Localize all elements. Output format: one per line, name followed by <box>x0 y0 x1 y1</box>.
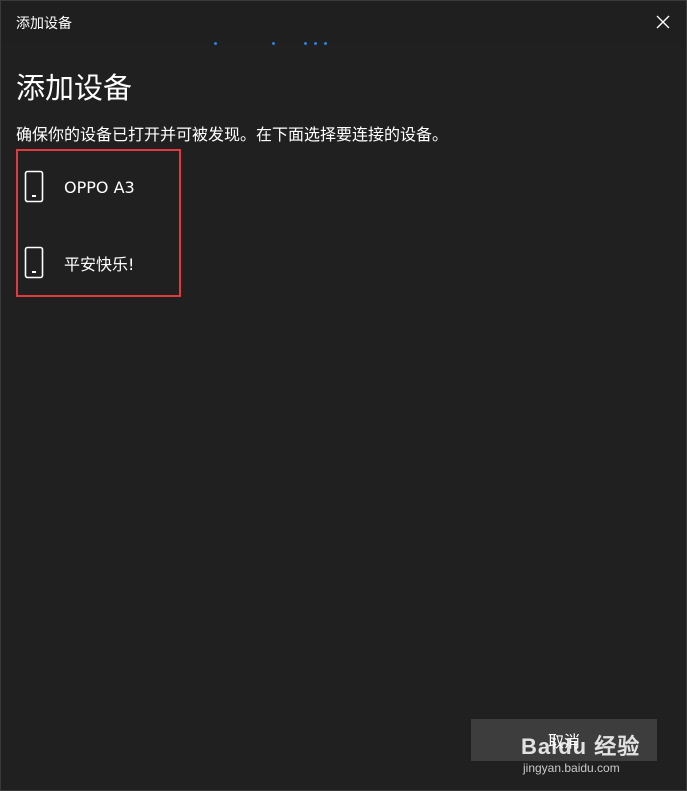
watermark-url: jingyan.baidu.com <box>523 761 620 775</box>
device-item-pingan-kuaile[interactable]: 平安快乐! <box>22 237 177 289</box>
device-item-oppo-a3[interactable]: OPPO A3 <box>22 161 177 213</box>
searching-progress-indicator <box>206 41 336 47</box>
device-name: OPPO A3 <box>64 177 135 197</box>
title-bar: 添加设备 <box>1 1 686 42</box>
instruction-text: 确保你的设备已打开并可被发现。在下面选择要连接的设备。 <box>16 125 449 144</box>
phone-icon <box>24 246 44 279</box>
add-device-dialog: 添加设备 添加设备 确保你的设备已打开并可被发现。在下面选择要连接的设备。 OP… <box>0 0 687 791</box>
close-button[interactable] <box>640 1 686 42</box>
baidu-jingyan-watermark: Baidu 经验 jingyan.baidu.com <box>519 717 659 777</box>
phone-icon <box>24 170 44 203</box>
watermark-logo-text: Baidu 经验 <box>521 734 641 759</box>
page-title: 添加设备 <box>16 71 133 105</box>
device-list: OPPO A3 平安快乐! <box>16 149 181 297</box>
close-icon <box>656 15 670 28</box>
device-name: 平安快乐! <box>64 255 135 274</box>
window-title: 添加设备 <box>16 16 72 32</box>
